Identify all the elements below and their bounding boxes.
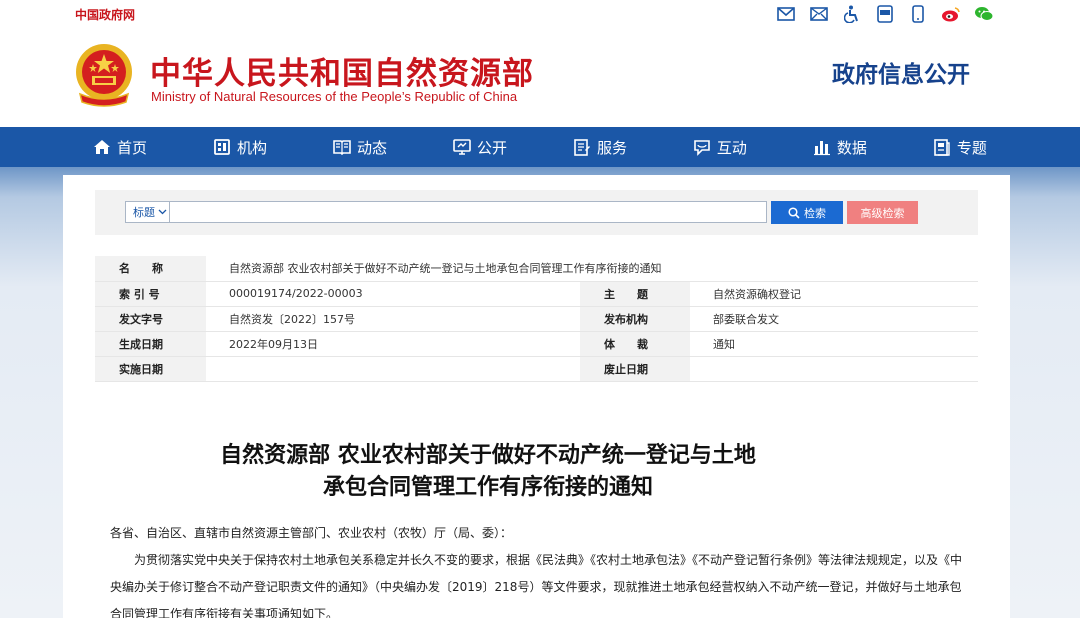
main-nav: 首页 机构 动态 公开 服务 互动 数据 专题 — [0, 127, 1080, 167]
chevron-down-icon — [158, 209, 167, 215]
expiry-label: 废止日期 — [580, 356, 690, 382]
news-icon — [333, 140, 351, 156]
article-title-line: 承包合同管理工作有序衔接的通知 — [322, 475, 653, 500]
weibo-icon[interactable] — [941, 4, 961, 24]
site-header: 中华人民共和国自然资源部 Ministry of Natural Resourc… — [0, 28, 1080, 127]
nav-item-label: 数据 — [836, 138, 867, 157]
organization-icon — [214, 139, 230, 155]
site-title-cn[interactable]: 中华人民共和国自然资源部 — [150, 48, 534, 93]
docno-value: 自然资发〔2022〕157号 — [206, 306, 580, 332]
table-row: 索 引 号 000019174/2022-00003 主 题 自然资源确权登记 — [95, 281, 978, 307]
nav-item-label: 服务 — [596, 138, 627, 157]
nav-item-disclosure[interactable]: 公开 — [453, 127, 507, 167]
article-title-line: 自然资源部 农业农村部关于做好不动产统一登记与土地 — [220, 443, 756, 468]
issuer-label: 发布机构 — [580, 306, 690, 332]
search-button[interactable]: 检索 — [771, 201, 843, 224]
article-body: 各省、自治区、直辖市自然资源主管部门、农业农村（农牧）厅（局、委）： 为贯彻落实… — [110, 520, 970, 618]
table-row: 名 称 自然资源部 农业农村部关于做好不动产统一登记与土地承包合同管理工作有序衔… — [95, 256, 978, 282]
nav-item-label: 机构 — [236, 138, 267, 157]
table-row: 发文字号 自然资发〔2022〕157号 发布机构 部委联合发文 — [95, 306, 978, 332]
mobile-icon[interactable] — [908, 4, 928, 24]
nav-item-label: 互动 — [716, 138, 747, 157]
data-icon — [813, 141, 830, 156]
issuer-value: 部委联合发文 — [690, 306, 978, 332]
article-title: 自然资源部 农业农村部关于做好不动产统一登记与土地 承包合同管理工作有序衔接的通… — [63, 440, 913, 504]
genre-value: 通知 — [690, 331, 978, 357]
home-icon — [94, 140, 110, 154]
accessibility-icon[interactable] — [842, 4, 862, 24]
article-paragraph: 为贯彻落实党中央关于保持农村土地承包关系稳定并长久不变的要求，根据《民法典》《农… — [110, 553, 963, 618]
table-row: 实施日期 废止日期 — [95, 356, 978, 382]
nav-item-label: 动态 — [356, 138, 387, 157]
genre-label: 体 裁 — [580, 331, 690, 357]
nav-item-label: 公开 — [476, 138, 507, 157]
gov-portal-link[interactable]: 中国政府网 — [75, 6, 135, 23]
search-input[interactable] — [169, 201, 767, 223]
table-row: 生成日期 2022年09月13日 体 裁 通知 — [95, 331, 978, 357]
search-field-select[interactable]: 标题 — [125, 201, 169, 223]
article-salutation: 各省、自治区、直辖市自然资源主管部门、农业农村（农牧）厅（局、委）： — [110, 526, 513, 540]
wechat-icon[interactable] — [974, 4, 994, 24]
app-icon[interactable] — [875, 4, 895, 24]
name-label: 名 称 — [95, 256, 206, 282]
docno-label: 发文字号 — [95, 306, 206, 332]
national-emblem-icon — [72, 42, 136, 110]
date-value: 2022年09月13日 — [206, 331, 580, 357]
name-value: 自然资源部 农业农村部关于做好不动产统一登记与土地承包合同管理工作有序衔接的通知 — [206, 256, 978, 282]
nav-item-label: 专题 — [956, 138, 987, 157]
document-info-table: 名 称 自然资源部 农业农村部关于做好不动产统一登记与土地承包合同管理工作有序衔… — [95, 256, 978, 382]
topic-icon — [934, 139, 950, 156]
nav-item-home[interactable]: 首页 — [93, 127, 147, 167]
date-label: 生成日期 — [95, 331, 206, 357]
mail-icon[interactable] — [776, 4, 796, 24]
search-field-value: 标题 — [133, 206, 155, 219]
disclosure-icon — [453, 139, 471, 155]
service-icon — [574, 139, 590, 156]
subject-label: 主 题 — [580, 281, 690, 307]
site-title-en: Ministry of Natural Resources of the Peo… — [151, 89, 518, 104]
search-button-label: 检索 — [804, 207, 826, 220]
effective-value — [206, 356, 580, 382]
section-title[interactable]: 政府信息公开 — [832, 55, 970, 89]
nav-item-label: 首页 — [117, 138, 148, 157]
nav-item-interaction[interactable]: 互动 — [693, 127, 747, 167]
nav-item-data[interactable]: 数据 — [813, 127, 867, 167]
search-icon — [788, 206, 800, 219]
nav-item-topic[interactable]: 专题 — [933, 127, 987, 167]
effective-label: 实施日期 — [95, 356, 206, 382]
top-utility-bar: 中国政府网 — [0, 0, 1080, 28]
expiry-value — [690, 356, 978, 382]
nav-item-organization[interactable]: 机构 — [213, 127, 267, 167]
nav-item-service[interactable]: 服务 — [573, 127, 627, 167]
nav-item-news[interactable]: 动态 — [333, 127, 387, 167]
index-value: 000019174/2022-00003 — [206, 281, 580, 307]
interaction-icon — [694, 140, 710, 156]
top-icons — [776, 4, 994, 24]
advanced-search-button[interactable]: 高级检索 — [847, 201, 918, 224]
subject-value: 自然资源确权登记 — [690, 281, 978, 307]
email-icon[interactable] — [809, 4, 829, 24]
index-label: 索 引 号 — [95, 281, 206, 307]
